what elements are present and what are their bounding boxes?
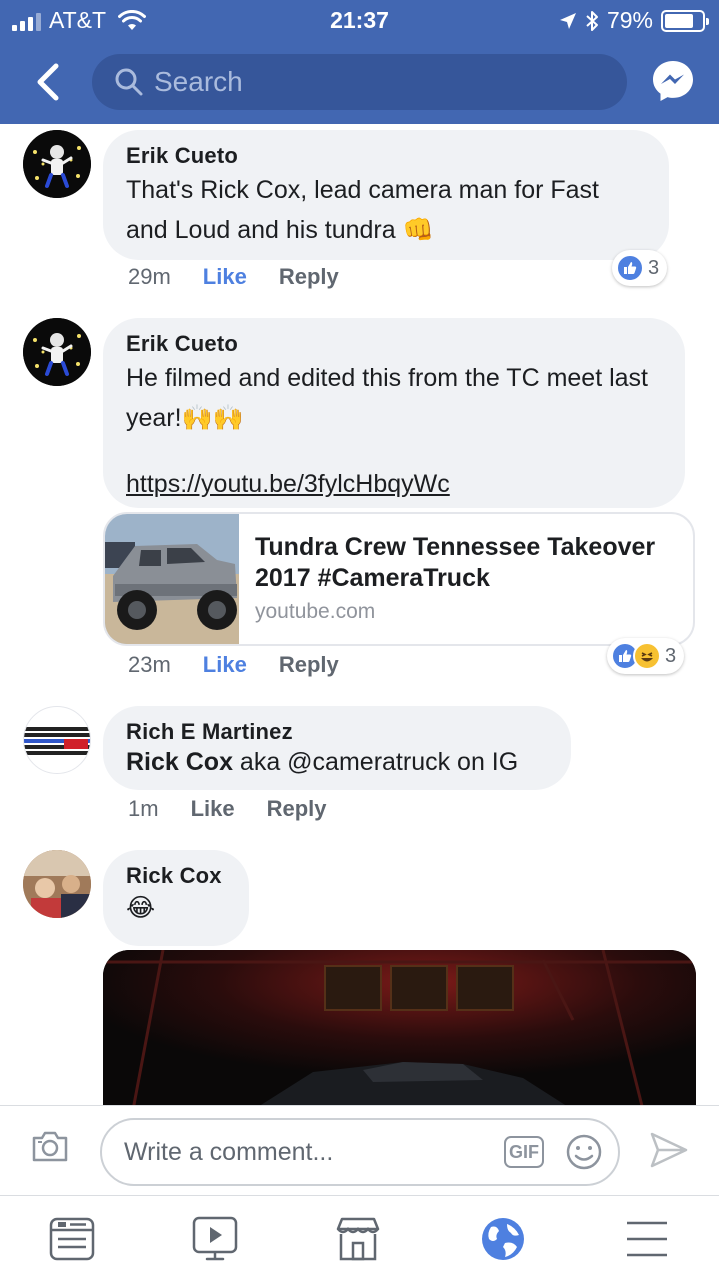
- truck-thumbnail: [105, 514, 239, 644]
- messenger-icon: [653, 61, 693, 101]
- comment-author[interactable]: Rich E Martinez: [126, 718, 547, 746]
- camera-icon: [32, 1131, 68, 1162]
- link-title: Tundra Crew Tennessee Takeover 2017 #Cam…: [255, 533, 656, 592]
- chevron-left-icon: [37, 63, 59, 101]
- fist-bump-emoji: 👊: [402, 216, 434, 244]
- tab-menu[interactable]: [622, 1214, 672, 1264]
- globe-icon: [482, 1218, 524, 1260]
- bluetooth-icon: [586, 10, 598, 31]
- search-placeholder: Search: [154, 66, 243, 97]
- reaction-count: 3: [665, 644, 677, 667]
- back-button[interactable]: [28, 58, 72, 106]
- battery-icon: [661, 9, 709, 32]
- smiley-icon: [566, 1134, 602, 1170]
- status-right: 79%: [559, 7, 709, 34]
- location-arrow-icon: [559, 12, 576, 29]
- mention-link[interactable]: Rick Cox: [126, 748, 233, 776]
- news-feed-icon: [49, 1217, 95, 1261]
- camera-button[interactable]: [30, 1128, 70, 1169]
- marketplace-icon: [336, 1217, 380, 1261]
- comment-placeholder: Write a comment...: [124, 1137, 334, 1166]
- tab-bar: [0, 1195, 719, 1279]
- reply-button[interactable]: Reply: [279, 652, 339, 678]
- avatar[interactable]: [23, 130, 91, 198]
- comment-bubble: Erik Cueto He filmed and edited this fro…: [103, 318, 685, 508]
- sticker-button[interactable]: [564, 1132, 604, 1177]
- link-domain: youtube.com: [255, 600, 376, 623]
- comment-actions: 1m Like Reply: [128, 796, 327, 822]
- comment-text: He filmed and edited this from the TC me…: [126, 364, 648, 432]
- comment-bubble: Rich E Martinez Rick Cox aka @cameratruc…: [103, 706, 571, 790]
- status-bar: AT&T 21:37 79%: [0, 0, 719, 40]
- like-reaction-icon: [616, 254, 644, 282]
- reaction-count: 3: [648, 256, 660, 279]
- reaction-summary[interactable]: 3: [607, 638, 685, 674]
- comment-author[interactable]: Rick Cox: [126, 862, 225, 890]
- avatar-flag-icon: [24, 727, 90, 755]
- search-icon: [115, 68, 143, 96]
- comment-video[interactable]: [103, 950, 696, 1110]
- gif-button[interactable]: GIF: [504, 1136, 544, 1168]
- comment-author[interactable]: Erik Cueto: [126, 142, 645, 170]
- comment-bubble: Erik Cueto That's Rick Cox, lead camera …: [103, 130, 669, 260]
- reaction-summary[interactable]: 3: [612, 250, 668, 286]
- reply-button[interactable]: Reply: [267, 796, 327, 822]
- send-button[interactable]: [648, 1130, 690, 1175]
- comment-input[interactable]: Write a comment... GIF: [100, 1118, 620, 1186]
- watch-video-icon: [192, 1216, 238, 1261]
- avatar-cartoon-icon: [23, 130, 91, 198]
- raised-hands-emoji: 🙌🙌: [181, 404, 244, 432]
- comment-bubble: Rick Cox 😂: [103, 850, 249, 946]
- avatar[interactable]: [23, 706, 91, 774]
- comment-composer: Write a comment... GIF: [0, 1105, 719, 1195]
- comment-actions: 23m Like Reply: [128, 652, 339, 678]
- avatar-cartoon-icon: [23, 318, 91, 386]
- youtube-link[interactable]: https://youtu.be/3fylcHbqyWc: [126, 470, 450, 498]
- avatar-photo-icon: [23, 850, 91, 918]
- reply-button[interactable]: Reply: [279, 264, 339, 290]
- tab-notifications[interactable]: [478, 1214, 528, 1264]
- comment-actions: 29m Like Reply: [128, 264, 339, 290]
- comment-text: That's Rick Cox, lead camera man for Fas…: [126, 176, 599, 244]
- like-button[interactable]: Like: [191, 796, 235, 822]
- link-preview-card[interactable]: Tundra Crew Tennessee Takeover 2017 #Cam…: [103, 512, 695, 646]
- hamburger-menu-icon: [627, 1221, 667, 1257]
- garage-video-still: [103, 950, 696, 1110]
- like-button[interactable]: Like: [203, 264, 247, 290]
- comment-time: 1m: [128, 796, 159, 821]
- app-header: AT&T 21:37 79% Search: [0, 0, 719, 124]
- battery-percent: 79%: [606, 7, 653, 33]
- tab-watch[interactable]: [190, 1214, 240, 1264]
- comment-time: 29m: [128, 264, 171, 289]
- avatar[interactable]: [23, 318, 91, 386]
- comment-link-line: https://youtu.be/3fylcHbqyWc: [126, 464, 661, 504]
- laughing-emoji: 😂: [126, 894, 156, 922]
- send-icon: [650, 1132, 688, 1168]
- haha-reaction-icon: [633, 642, 661, 670]
- messenger-button[interactable]: [650, 58, 698, 106]
- comment-time: 23m: [128, 652, 171, 677]
- comment-text: Rick Cox aka @cameratruck on IG: [126, 748, 519, 776]
- comment-author[interactable]: Erik Cueto: [126, 330, 661, 358]
- like-button[interactable]: Like: [203, 652, 247, 678]
- tab-marketplace[interactable]: [333, 1214, 383, 1264]
- tab-news-feed[interactable]: [47, 1214, 97, 1264]
- avatar[interactable]: [23, 850, 91, 918]
- search-input[interactable]: Search: [92, 54, 627, 110]
